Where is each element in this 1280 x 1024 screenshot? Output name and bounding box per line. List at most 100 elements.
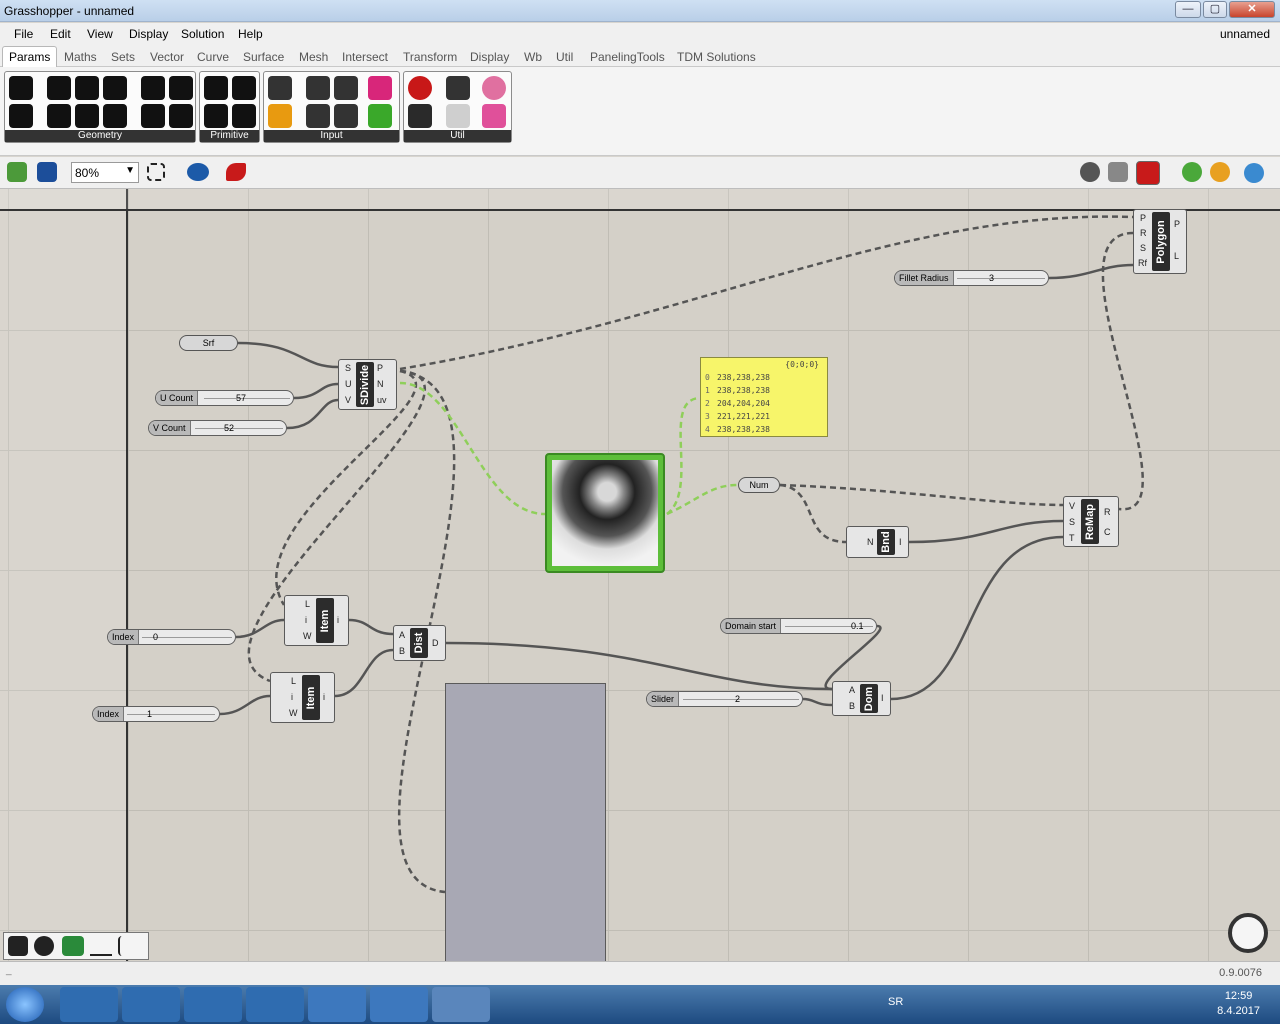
- item-input-w[interactable]: W: [289, 708, 298, 718]
- preview-wireframe-icon[interactable]: [1080, 162, 1100, 182]
- grasshopper-canvas[interactable]: Srf U Count 57 V Count 52 S U V SDivide …: [0, 189, 1280, 961]
- dom-input-a[interactable]: A: [849, 685, 855, 695]
- bnd-input-n[interactable]: N: [867, 537, 874, 547]
- preview-eye-icon[interactable]: [187, 163, 209, 181]
- tab-params[interactable]: Params: [2, 46, 58, 68]
- taskbar-clock[interactable]: 12:59 8.4.2017: [1217, 989, 1260, 1019]
- input-image-sampler-icon[interactable]: [368, 104, 392, 128]
- data-input-icon[interactable]: [446, 104, 470, 128]
- dom-core[interactable]: Dom: [860, 684, 878, 713]
- remap-input-t[interactable]: T: [1069, 533, 1075, 543]
- item-core[interactable]: Item: [316, 598, 334, 643]
- zoom-extents-icon[interactable]: [147, 163, 165, 181]
- tab-intersect[interactable]: Intersect: [342, 50, 388, 64]
- item-input-l[interactable]: L: [291, 676, 296, 686]
- param-plane-icon[interactable]: [103, 104, 127, 128]
- dist-input-b[interactable]: B: [399, 646, 405, 656]
- remap-output-r[interactable]: R: [1104, 507, 1111, 517]
- generic-slider[interactable]: Slider 2: [646, 691, 803, 707]
- open-file-icon[interactable]: [7, 162, 27, 182]
- remap-component[interactable]: V S T ReMap R C: [1063, 496, 1119, 547]
- number-add-icon[interactable]: [62, 936, 84, 956]
- param-box-icon[interactable]: [103, 76, 127, 100]
- polygon-output-l[interactable]: L: [1174, 251, 1179, 261]
- save-file-icon[interactable]: [37, 162, 57, 182]
- number-param-icon[interactable]: [34, 936, 54, 956]
- taskbar-word-icon[interactable]: [308, 987, 366, 1022]
- param-brep-icon[interactable]: [141, 76, 165, 100]
- sdivide-component[interactable]: S U V SDivide P N uv: [338, 359, 397, 410]
- list-item-component-1[interactable]: L i W Item i: [284, 595, 349, 646]
- num-param[interactable]: Num: [738, 477, 780, 493]
- param-number-icon[interactable]: [232, 76, 256, 100]
- fillet-radius-slider[interactable]: Fillet Radius 3: [894, 270, 1049, 286]
- start-button-icon[interactable]: [6, 987, 44, 1022]
- tab-maths[interactable]: Maths: [64, 50, 97, 64]
- ribbon-group-label[interactable]: Util: [404, 130, 511, 142]
- tab-display[interactable]: Display: [470, 50, 509, 64]
- menu-file[interactable]: File: [14, 27, 33, 41]
- param-text-icon[interactable]: [232, 104, 256, 128]
- sketch-icon[interactable]: [226, 163, 246, 181]
- polygon-component[interactable]: P R S Rf Polygon P L: [1133, 209, 1187, 274]
- param-curve-icon[interactable]: [47, 104, 71, 128]
- item-input-i[interactable]: i: [291, 692, 293, 702]
- graph-curve-icon[interactable]: [90, 936, 112, 956]
- input-number-slider-icon[interactable]: [334, 76, 358, 100]
- bnd-core[interactable]: Bnd: [877, 529, 895, 555]
- param-integer-icon[interactable]: [204, 104, 228, 128]
- tree-icon[interactable]: [408, 104, 432, 128]
- close-button[interactable]: ✕: [1229, 1, 1275, 18]
- menu-edit[interactable]: Edit: [50, 27, 71, 41]
- data-output-icon[interactable]: [446, 76, 470, 100]
- distance-component[interactable]: A B Dist D: [393, 625, 446, 661]
- construct-domain-component[interactable]: A B Dom I: [832, 681, 891, 716]
- radial-menu-icon[interactable]: [1228, 913, 1268, 953]
- dist-input-a[interactable]: A: [399, 630, 405, 640]
- tab-wb[interactable]: Wb: [524, 50, 542, 64]
- menu-solution[interactable]: Solution: [181, 27, 224, 41]
- tab-util[interactable]: Util: [556, 50, 573, 64]
- ribbon-group-label[interactable]: Primitive: [200, 130, 259, 142]
- tab-curve[interactable]: Curve: [197, 50, 229, 64]
- tab-surface[interactable]: Surface: [243, 50, 284, 64]
- polygon-input-p[interactable]: P: [1140, 213, 1146, 223]
- polygon-output-p[interactable]: P: [1174, 219, 1180, 229]
- maximize-button[interactable]: ▢: [1203, 1, 1227, 18]
- preview-mesh-icon[interactable]: [1182, 162, 1202, 182]
- item-output-i[interactable]: i: [337, 615, 339, 625]
- dist-output-d[interactable]: D: [432, 638, 439, 648]
- ribbon-group-label[interactable]: Geometry: [5, 130, 195, 142]
- param-boolean-icon[interactable]: [204, 76, 228, 100]
- yellow-data-panel[interactable]: {0;0;0} 0 238,238,238 1 238,238,238 2 204,2…: [700, 357, 828, 437]
- item-input-w[interactable]: W: [303, 631, 312, 641]
- image-sampler-component[interactable]: [545, 453, 665, 573]
- remap-output-c[interactable]: C: [1104, 527, 1111, 537]
- bounds-component[interactable]: N Bnd I: [846, 526, 909, 558]
- list-item-component-2[interactable]: L i W Item i: [270, 672, 335, 723]
- remap-input-v[interactable]: V: [1069, 501, 1075, 511]
- tab-panelingtools[interactable]: PanelingTools: [590, 50, 665, 64]
- param-line-icon[interactable]: [75, 104, 99, 128]
- fitness-icon[interactable]: [482, 76, 506, 100]
- tab-vector[interactable]: Vector: [150, 50, 184, 64]
- remap-input-s[interactable]: S: [1069, 517, 1075, 527]
- minimize-button[interactable]: —: [1175, 1, 1201, 18]
- tab-mesh[interactable]: Mesh: [299, 50, 328, 64]
- polygon-core[interactable]: Polygon: [1152, 212, 1170, 271]
- slider-track[interactable]: [195, 428, 283, 429]
- taskbar-ie-icon[interactable]: [60, 987, 118, 1022]
- galapagos-flask-icon[interactable]: [482, 104, 506, 128]
- menu-view[interactable]: View: [87, 27, 113, 41]
- dist-core[interactable]: Dist: [410, 628, 428, 658]
- param-mesh-icon[interactable]: [169, 76, 193, 100]
- sdivide-output-n[interactable]: N: [377, 379, 384, 389]
- taskbar-media-icon[interactable]: [184, 987, 242, 1022]
- item-output-i[interactable]: i: [323, 692, 325, 702]
- tray-language[interactable]: SR: [888, 996, 903, 1008]
- sdivide-output-p[interactable]: P: [377, 363, 383, 373]
- sdivide-output-uv[interactable]: uv: [377, 395, 387, 405]
- dom-input-b[interactable]: B: [849, 701, 855, 711]
- input-value-list-icon[interactable]: [334, 104, 358, 128]
- taskbar-explorer-icon[interactable]: [122, 987, 180, 1022]
